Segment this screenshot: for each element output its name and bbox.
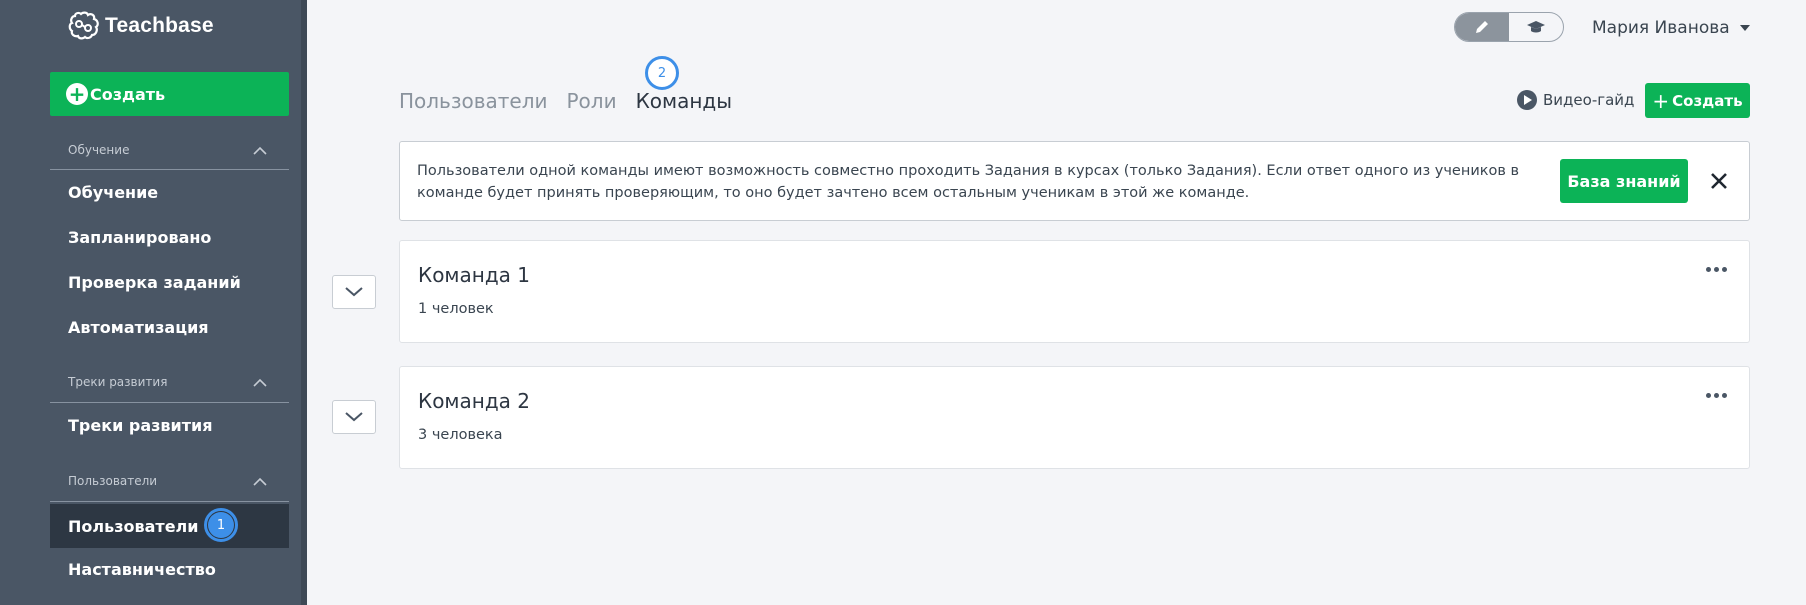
expand-team-2-button[interactable] <box>332 400 376 434</box>
sidebar-item-scheduled[interactable]: Запланировано <box>50 217 289 257</box>
tab-teams[interactable]: Команды <box>636 89 732 113</box>
knowledge-base-button[interactable]: База знаний <box>1560 159 1688 203</box>
brain-logo-icon <box>68 11 99 40</box>
step-badge-2: 2 <box>645 56 679 90</box>
sidebar-item-label: Наставничество <box>68 559 216 579</box>
edit-mode-option[interactable] <box>1455 13 1509 41</box>
team-card[interactable]: Команда 2 3 человека <box>399 366 1750 469</box>
step-badge-1: 1 <box>204 508 238 542</box>
sidebar-item-users[interactable]: Пользователи <box>50 504 289 548</box>
create-team-label: Создать <box>1672 91 1743 110</box>
sidebar-item-label: Автоматизация <box>68 317 209 337</box>
more-dots-icon[interactable] <box>1706 267 1727 272</box>
pencil-icon <box>1476 21 1488 33</box>
tab-roles[interactable]: Роли <box>567 89 617 113</box>
step-badge-number: 2 <box>657 65 667 81</box>
info-banner: Пользователи одной команды имеют возможн… <box>399 141 1750 221</box>
sidebar-item-label: Пользователи <box>68 516 199 536</box>
logo[interactable]: Teachbase <box>67 11 214 41</box>
video-guide-label: Видео-гайд <box>1543 91 1635 109</box>
learner-mode-option[interactable] <box>1509 13 1563 41</box>
team-name: Команда 2 <box>418 389 531 413</box>
plus-icon: + <box>1652 88 1670 113</box>
chevron-up-icon <box>253 378 267 387</box>
team-members-count: 1 человек <box>418 301 494 317</box>
sidebar-item-label: Запланировано <box>68 227 212 247</box>
close-icon[interactable] <box>1706 168 1732 194</box>
chevron-up-icon <box>253 146 267 155</box>
sidebar-item-tracks[interactable]: Треки развития <box>50 405 289 445</box>
sidebar-item-mentoring[interactable]: Наставничество <box>50 549 289 589</box>
mode-toggle[interactable] <box>1454 12 1564 42</box>
section-divider <box>50 501 289 502</box>
sidebar: Teachbase + Создать Обучение Обучение За… <box>0 0 307 605</box>
more-dots-icon[interactable] <box>1706 393 1727 398</box>
chevron-up-icon <box>253 477 267 486</box>
sidebar-item-label: Обучение <box>68 182 159 202</box>
chevron-down-icon <box>345 412 363 422</box>
video-guide-link[interactable]: Видео-гайд <box>1517 89 1634 111</box>
step-badge-number: 1 <box>208 512 234 538</box>
section-divider <box>50 402 289 403</box>
caret-down-icon <box>1739 25 1750 31</box>
section-title: Треки развития <box>68 375 168 389</box>
sidebar-item-learning[interactable]: Обучение <box>50 172 289 212</box>
section-divider <box>50 169 289 170</box>
create-team-button[interactable]: + Создать <box>1645 83 1750 118</box>
expand-team-1-button[interactable] <box>332 275 376 309</box>
section-title: Обучение <box>68 143 130 157</box>
logo-text: Teachbase <box>105 14 214 37</box>
tabs: Пользователи Роли Команды <box>399 86 751 116</box>
sidebar-item-task-review[interactable]: Проверка заданий <box>50 262 289 302</box>
user-name: Мария Иванова <box>1592 18 1730 38</box>
sidebar-item-label: Треки развития <box>68 415 213 435</box>
team-members-count: 3 человека <box>418 427 503 443</box>
info-text: Пользователи одной команды имеют возможн… <box>417 163 1520 201</box>
sidebar-scrollbar[interactable] <box>301 0 307 605</box>
section-header-users[interactable]: Пользователи <box>50 471 289 491</box>
tab-users[interactable]: Пользователи <box>399 89 548 113</box>
graduation-cap-icon <box>1527 21 1545 33</box>
sidebar-item-automation[interactable]: Автоматизация <box>50 307 289 347</box>
play-icon <box>1517 90 1537 110</box>
section-header-learning[interactable]: Обучение <box>50 140 289 160</box>
sidebar-create-label: Создать <box>90 84 166 104</box>
section-title: Пользователи <box>68 474 158 488</box>
user-menu[interactable]: Мария Иванова <box>1592 16 1750 40</box>
sidebar-create-button[interactable]: + Создать <box>50 72 289 116</box>
plus-circle-icon: + <box>66 83 88 105</box>
team-name: Команда 1 <box>418 263 531 287</box>
section-header-tracks[interactable]: Треки развития <box>50 372 289 392</box>
team-card[interactable]: Команда 1 1 человек <box>399 240 1750 343</box>
chevron-down-icon <box>345 287 363 297</box>
sidebar-item-label: Проверка заданий <box>68 272 241 292</box>
